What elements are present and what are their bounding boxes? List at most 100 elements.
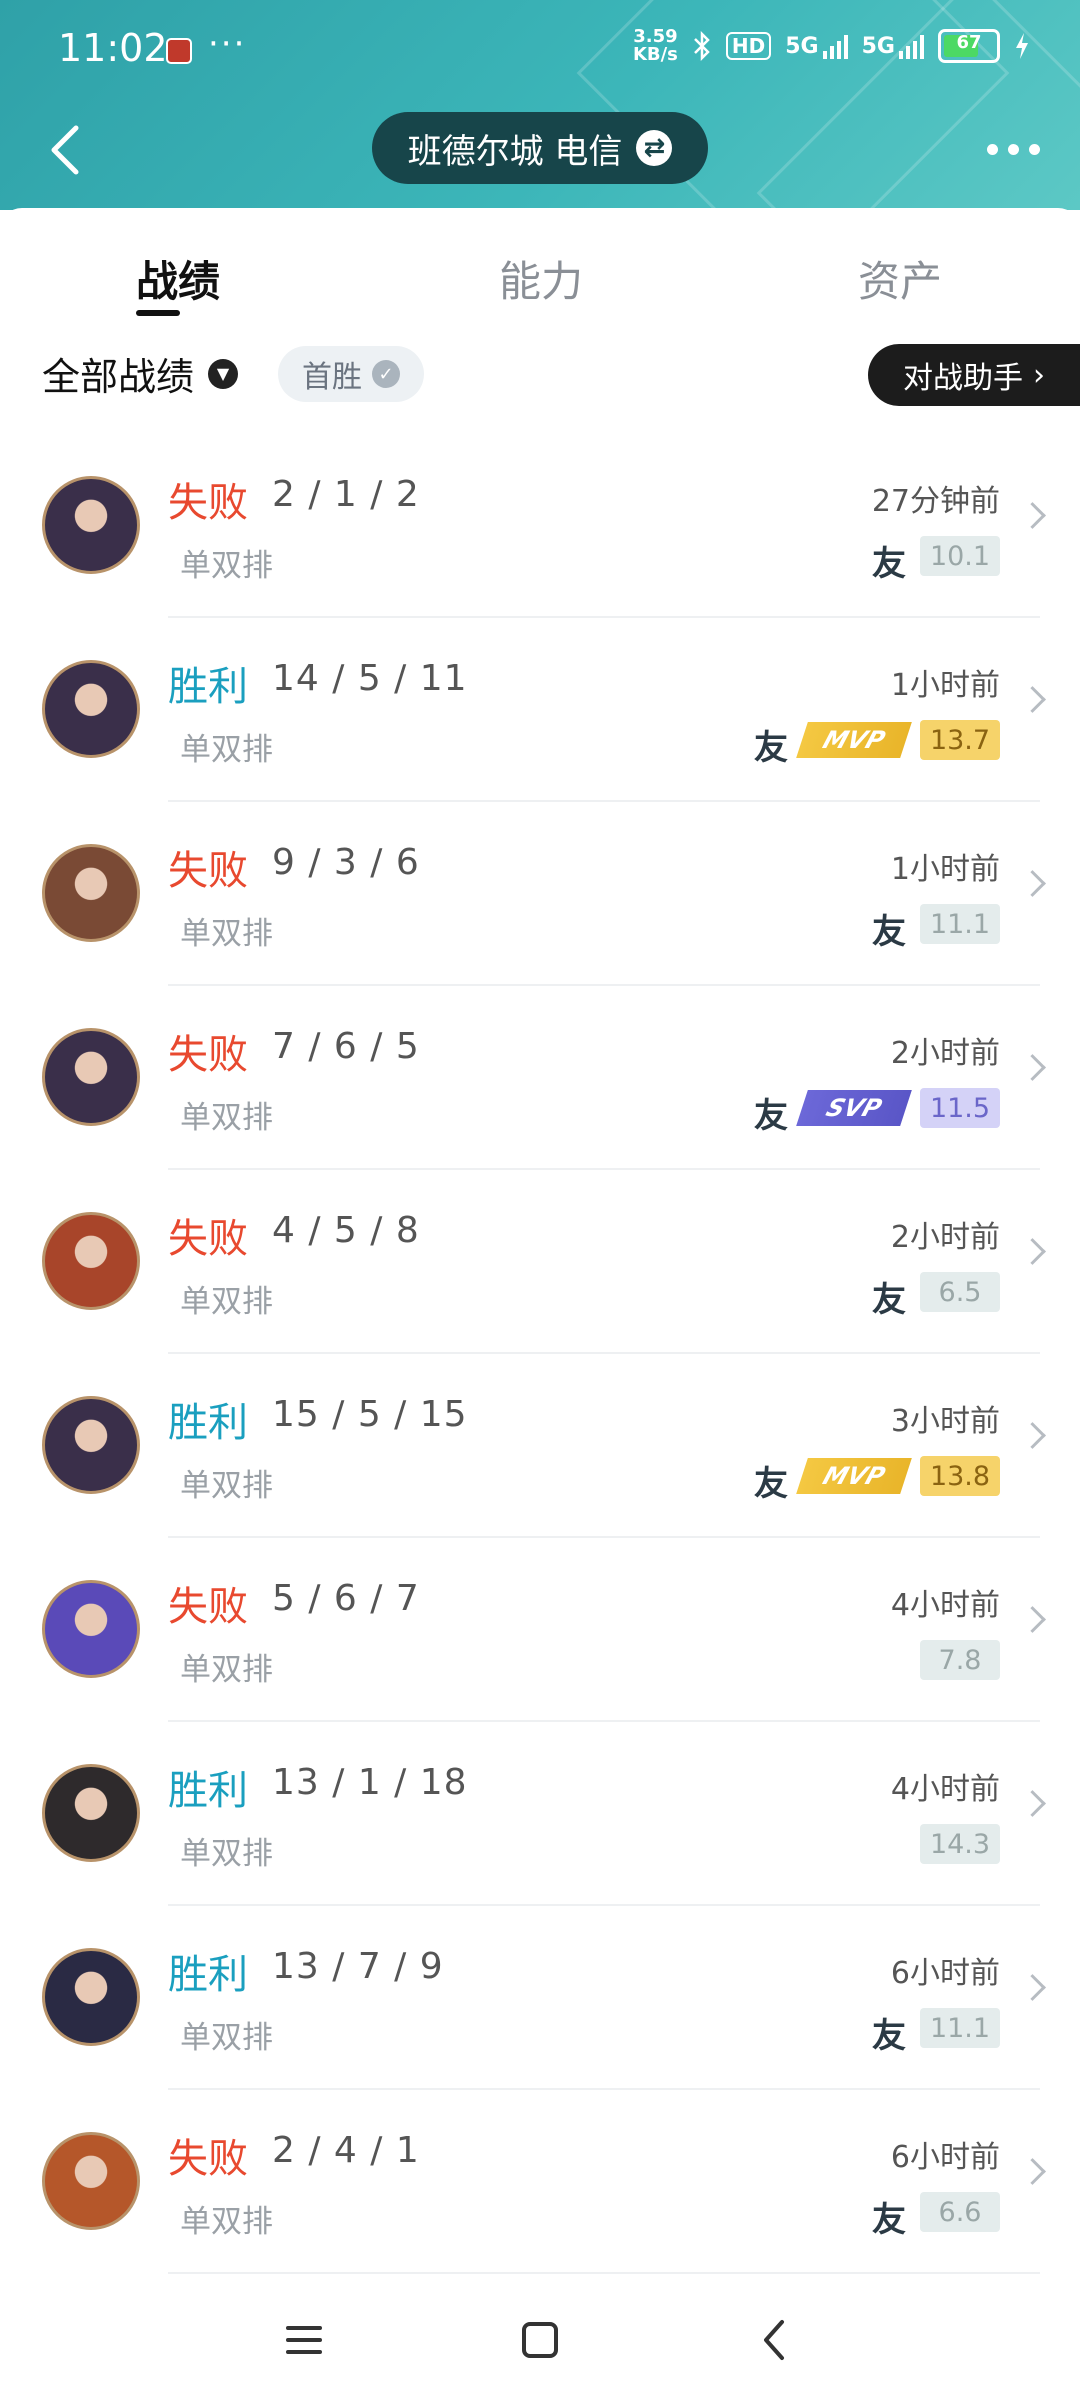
match-kda: 13 / 7 / 9 <box>272 1946 444 1987</box>
chevron-right-icon <box>1019 2158 1046 2185</box>
match-kda: 13 / 1 / 18 <box>272 1762 468 1803</box>
champion-avatar <box>42 844 140 942</box>
back-arrow-icon[interactable] <box>38 120 98 180</box>
match-row[interactable]: 胜利 15 / 5 / 15 单双排 3小时前 13.8 MVP 友 <box>0 1354 1080 1538</box>
friend-badge-icon: 友 <box>872 912 906 952</box>
match-mode: 单双排 <box>180 1284 273 1320</box>
match-score: 6.5 <box>920 1272 1000 1312</box>
match-kda: 2 / 4 / 1 <box>272 2130 420 2171</box>
champion-avatar <box>42 1028 140 1126</box>
match-kda: 14 / 5 / 11 <box>272 658 468 699</box>
friend-badge-icon: 友 <box>872 2200 906 2240</box>
menu-icon[interactable] <box>274 2310 334 2370</box>
match-row[interactable]: 失败 9 / 3 / 6 单双排 1小时前 11.1 友 <box>0 802 1080 986</box>
match-time: 2小时前 <box>890 1220 1000 1255</box>
match-list: 失败 2 / 1 / 2 单双排 27分钟前 10.1 友胜利 14 / 5 / 11 单双排… <box>0 434 1080 2274</box>
match-result: 胜利 <box>168 1952 248 1998</box>
match-time: 3小时前 <box>890 1404 1000 1439</box>
chevron-right-icon <box>1019 686 1046 713</box>
tab-records[interactable]: 战绩 <box>136 248 220 309</box>
tab-ability[interactable]: 能力 <box>499 248 583 309</box>
signal-bars-icon <box>899 34 924 59</box>
champion-avatar <box>42 476 140 574</box>
chevron-right-icon <box>1019 870 1046 897</box>
match-row[interactable]: 胜利 13 / 1 / 18 单双排 4小时前 14.3 <box>0 1722 1080 1906</box>
notification-app-icon <box>166 38 192 64</box>
match-result: 失败 <box>168 1216 248 1262</box>
battery-level: 67 <box>956 32 982 53</box>
friend-badge-icon: 友 <box>872 2016 906 2056</box>
all-records-dropdown[interactable]: 全部战绩 ▼ <box>42 346 239 401</box>
battery-icon: 67 <box>938 29 1000 63</box>
match-row[interactable]: 胜利 14 / 5 / 11 单双排 1小时前 13.7 MVP 友 <box>0 618 1080 802</box>
home-icon[interactable] <box>510 2310 570 2370</box>
status-more-dots: ··· <box>208 24 247 64</box>
svp-badge: SVP <box>796 1090 912 1126</box>
check-icon: ✓ <box>372 360 400 388</box>
champion-avatar <box>42 1212 140 1310</box>
chevron-right-icon <box>1019 1422 1046 1449</box>
bluetooth-icon <box>694 31 710 61</box>
status-time: 11:02 <box>58 26 168 70</box>
champion-avatar <box>42 2132 140 2230</box>
match-result: 失败 <box>168 1584 248 1630</box>
match-mode: 单双排 <box>180 916 273 952</box>
match-kda: 5 / 6 / 7 <box>272 1578 420 1619</box>
back-icon[interactable] <box>746 2310 806 2370</box>
chevron-right-icon <box>1019 1974 1046 2001</box>
friend-badge-icon: 友 <box>754 728 788 768</box>
match-row[interactable]: 失败 4 / 5 / 8 单双排 2小时前 6.5 友 <box>0 1170 1080 1354</box>
match-score: 11.5 <box>920 1088 1000 1128</box>
match-result: 失败 <box>168 2136 248 2182</box>
match-mode: 单双排 <box>180 1836 273 1872</box>
match-row[interactable]: 失败 7 / 6 / 5 单双排 2小时前 11.5 SVP 友 <box>0 986 1080 1170</box>
match-result: 胜利 <box>168 1768 248 1814</box>
match-score: 11.1 <box>920 2008 1000 2048</box>
match-score: 11.1 <box>920 904 1000 944</box>
match-kda: 15 / 5 / 15 <box>272 1394 468 1435</box>
status-bar: 11:02 ··· 3.59 KB/s HD 5G 5G 67 <box>0 0 1080 100</box>
chevron-right-icon <box>1019 1238 1046 1265</box>
hd-icon: HD <box>725 32 772 60</box>
tab-bar: 战绩 能力 资产 <box>0 208 1080 344</box>
first-win-label: 首胜 <box>302 360 362 395</box>
tab-assets[interactable]: 资产 <box>858 248 942 309</box>
match-score: 13.7 <box>920 720 1000 760</box>
chevron-down-icon: ▼ <box>208 358 239 389</box>
chevron-right-icon <box>1019 1054 1046 1081</box>
match-mode: 单双排 <box>180 1100 273 1136</box>
region-switch-button[interactable]: 班德尔城 电信 ⇄ <box>372 112 708 184</box>
chevron-right-icon: › <box>1033 357 1045 393</box>
first-win-filter[interactable]: 首胜 ✓ <box>278 346 424 402</box>
friend-badge-icon: 友 <box>754 1096 788 1136</box>
signal-1-label: 5G <box>785 33 819 59</box>
match-mode: 单双排 <box>180 2020 273 2056</box>
all-records-label: 全部战绩 <box>42 355 195 399</box>
champion-avatar <box>42 1396 140 1494</box>
signal-bars-icon <box>822 34 848 59</box>
chevron-right-icon <box>1019 1790 1046 1817</box>
signal-2: 5G <box>862 34 924 59</box>
match-score: 14.3 <box>920 1824 1000 1864</box>
match-score: 6.6 <box>920 2192 1000 2232</box>
match-time: 4小时前 <box>890 1588 1000 1623</box>
status-indicators: 3.59 KB/s HD 5G 5G 67 <box>633 28 1030 64</box>
battle-assistant-button[interactable]: 对战助手 › <box>868 344 1080 406</box>
chevron-right-icon <box>1019 1606 1046 1633</box>
battle-assistant-label: 对战助手 <box>903 361 1023 396</box>
match-time: 6小时前 <box>890 2140 1000 2175</box>
match-kda: 4 / 5 / 8 <box>272 1210 420 1251</box>
match-time: 6小时前 <box>890 1956 1000 1991</box>
more-options-icon[interactable] <box>987 144 1040 155</box>
active-tab-indicator <box>136 310 180 316</box>
match-row[interactable]: 失败 2 / 1 / 2 单双排 27分钟前 10.1 友 <box>0 434 1080 618</box>
network-speed-unit: KB/s <box>632 44 678 65</box>
top-nav: 班德尔城 电信 ⇄ <box>0 100 1080 200</box>
match-row[interactable]: 失败 2 / 4 / 1 单双排 6小时前 6.6 友 <box>0 2090 1080 2274</box>
match-row[interactable]: 失败 5 / 6 / 7 单双排 4小时前 7.8 <box>0 1538 1080 1722</box>
region-label: 班德尔城 电信 <box>407 131 623 172</box>
signal-1: 5G <box>785 33 848 59</box>
match-result: 胜利 <box>168 1400 248 1446</box>
match-row[interactable]: 胜利 13 / 7 / 9 单双排 6小时前 11.1 友 <box>0 1906 1080 2090</box>
match-result: 失败 <box>168 1032 248 1078</box>
